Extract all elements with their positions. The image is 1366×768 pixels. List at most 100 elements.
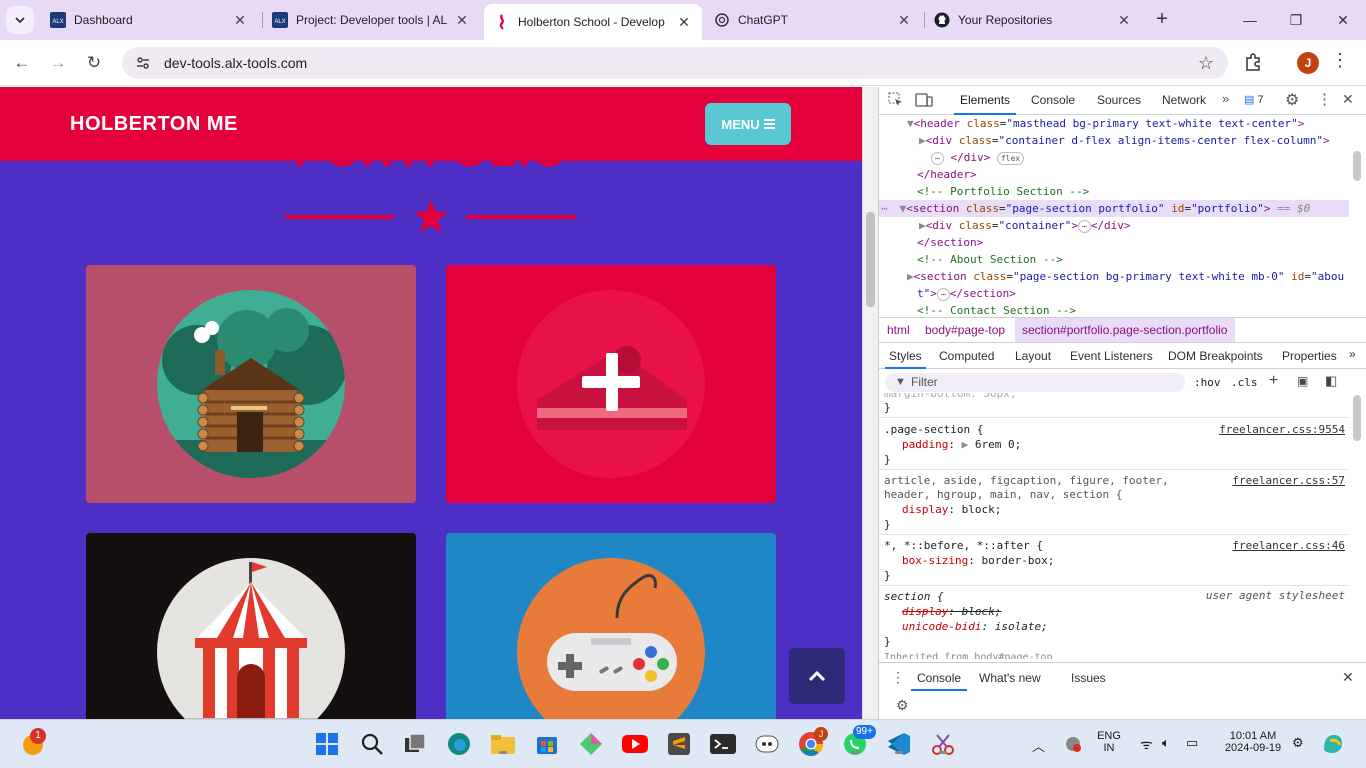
tab-event-listeners[interactable]: Event Listeners	[1070, 349, 1153, 363]
rule-selector[interactable]: .page-section {	[884, 422, 983, 437]
battery-icon[interactable]: ▭	[1186, 735, 1198, 751]
youtube-icon[interactable]	[622, 731, 648, 757]
dom-node-div-container-2[interactable]: ▶<div class="container"> ⋯ </div>	[919, 217, 1131, 234]
tab-project-developer-tools[interactable]: ALX Project: Developer tools | AL ✕	[262, 4, 480, 36]
hov-toggle[interactable]: :hov	[1194, 376, 1221, 389]
rule-declaration[interactable]: box-sizing: border-box;	[902, 553, 1054, 568]
tab-sources[interactable]: Sources	[1097, 93, 1141, 107]
snipping-tool-icon[interactable]	[930, 731, 956, 757]
tab-search-button[interactable]	[6, 6, 34, 34]
new-style-rule-icon[interactable]: +	[1269, 372, 1278, 390]
site-brand[interactable]: HOLBERTON ME	[70, 113, 238, 136]
tab-chatgpt[interactable]: ChatGPT ✕	[704, 4, 922, 36]
dom-node-section-about[interactable]: ▶<section class="page-section bg-primary…	[907, 268, 1344, 285]
computed-styles-icon[interactable]: ▣	[1297, 374, 1308, 388]
close-icon[interactable]: ✕	[1116, 12, 1132, 29]
copilot-icon[interactable]	[1320, 731, 1346, 757]
profile-avatar[interactable]: J	[1297, 52, 1319, 74]
file-explorer-icon[interactable]	[490, 731, 516, 757]
dom-node-section-about-cont[interactable]: t"> ⋯ </section>	[917, 285, 1016, 302]
back-button[interactable]: ←	[9, 50, 35, 76]
rule-declaration[interactable]: display: block;	[902, 502, 1001, 517]
reload-button[interactable]: ↻	[81, 50, 107, 76]
volume-icon[interactable]: 🔈︎	[1162, 735, 1170, 751]
input-language[interactable]: ENG IN	[1092, 730, 1126, 754]
app-diamond-icon[interactable]	[578, 731, 604, 757]
chrome-icon[interactable]: J	[798, 727, 828, 757]
rule-source-link[interactable]: freelancer.css:9554	[1219, 422, 1345, 437]
dom-node-header-close[interactable]: </header>	[917, 166, 977, 183]
close-icon[interactable]: ✕	[896, 12, 912, 29]
close-icon[interactable]: ✕	[1342, 669, 1354, 686]
terminal-icon[interactable]	[710, 731, 736, 757]
ellipsis-badge[interactable]: ⋯	[1077, 219, 1091, 233]
portfolio-item-game[interactable]	[446, 533, 776, 719]
scroll-to-top-button[interactable]	[789, 648, 845, 704]
start-icon[interactable]	[314, 731, 340, 757]
dom-comment[interactable]: <!-- Contact Section -->	[917, 302, 1076, 317]
tab-console[interactable]: Console	[1031, 93, 1075, 107]
flex-badge[interactable]: flex	[996, 151, 1025, 165]
close-icon[interactable]: ✕	[232, 12, 248, 29]
toggle-sidebar-icon[interactable]: ◧	[1325, 373, 1337, 389]
breadcrumb-body[interactable]: body#page-top	[925, 323, 1005, 337]
portfolio-item-circus[interactable]	[86, 533, 416, 719]
microsoft-store-icon[interactable]	[534, 731, 560, 757]
tab-holberton-school[interactable]: Holberton School - Develop ✕	[484, 4, 702, 40]
rule-declaration[interactable]: padding: ▶ 6rem 0;	[902, 437, 1021, 452]
address-bar[interactable]: dev-tools.alx-tools.com ☆	[122, 47, 1228, 79]
ellipsis-badge[interactable]: ⋯	[931, 151, 944, 165]
rule-selector[interactable]: *, *::before, *::after {	[884, 538, 1043, 553]
tab-computed[interactable]: Computed	[939, 349, 994, 363]
gear-icon[interactable]: ⚙	[896, 697, 909, 714]
drawer-tab-console[interactable]: Console	[910, 671, 968, 691]
tab-dashboard[interactable]: ALX Dashboard ✕	[40, 4, 258, 36]
cls-toggle[interactable]: .cls	[1231, 376, 1258, 389]
new-tab-button[interactable]: +	[1150, 8, 1174, 32]
elements-scrollbar[interactable]	[1351, 117, 1363, 315]
task-view-icon[interactable]	[402, 731, 428, 757]
browser-menu-icon[interactable]: ⋮	[1331, 50, 1349, 71]
dom-node-header[interactable]: ▼<header class="masthead bg-primary text…	[907, 115, 1304, 132]
tab-elements[interactable]: Elements	[953, 93, 1017, 115]
dom-node-div-container[interactable]: ▶<div class="container d-flex align-item…	[919, 132, 1330, 149]
rule-selector[interactable]: article, aside, figcaption, figure, foot…	[884, 473, 1169, 488]
bookmark-star-icon[interactable]: ☆	[1198, 53, 1214, 74]
elements-scrollbar-thumb[interactable]	[1353, 151, 1361, 181]
vscode-icon[interactable]	[886, 731, 912, 757]
wifi-icon[interactable]: ᯤ	[1140, 735, 1153, 754]
rule-declaration-overridden[interactable]: display: block;	[902, 604, 1001, 619]
tab-dom-breakpoints[interactable]: DOM Breakpoints	[1168, 349, 1263, 363]
gear-icon[interactable]: ⚙	[1285, 90, 1299, 110]
tab-styles[interactable]: Styles	[885, 349, 926, 369]
page-scrollbar[interactable]	[862, 87, 878, 719]
tray-app-icon[interactable]	[1060, 731, 1086, 757]
menu-button[interactable]: MENU	[705, 103, 791, 145]
drawer-tab-issues[interactable]: Issues	[1071, 671, 1106, 685]
search-icon[interactable]	[359, 731, 385, 757]
rule-selector[interactable]: section {	[884, 589, 944, 604]
weather-widget-icon[interactable]: 1	[20, 728, 46, 757]
inspect-element-icon[interactable]	[888, 92, 904, 108]
page-scrollbar-thumb[interactable]	[866, 212, 875, 307]
dom-node-section-close[interactable]: </section>	[917, 234, 983, 251]
restore-button[interactable]: ❐	[1284, 8, 1308, 32]
tab-properties[interactable]: Properties	[1282, 349, 1337, 363]
forward-button[interactable]: →	[45, 50, 71, 76]
styles-scrollbar-thumb[interactable]	[1353, 395, 1361, 441]
close-icon[interactable]: ✕	[676, 14, 692, 31]
tab-network[interactable]: Network	[1162, 93, 1206, 107]
device-toolbar-icon[interactable]	[915, 92, 933, 108]
dom-node-div-close[interactable]: ⋯ </div> flex	[931, 149, 1025, 166]
close-icon[interactable]: ✕	[454, 12, 470, 29]
drawer-tab-whats-new[interactable]: What's new	[979, 671, 1041, 685]
issues-counter[interactable]: ▤ 7	[1244, 93, 1264, 106]
styles-filter-input[interactable]: ▼ Filter	[885, 373, 1185, 392]
sublime-text-icon[interactable]	[666, 731, 692, 757]
ollama-icon[interactable]	[754, 731, 780, 757]
tab-your-repositories[interactable]: Your Repositories ✕	[924, 4, 1142, 36]
dom-comment[interactable]: <!-- Portfolio Section -->	[917, 183, 1089, 200]
site-settings-icon[interactable]	[134, 54, 152, 72]
minimize-button[interactable]: —	[1238, 8, 1262, 32]
drawer-menu-icon[interactable]: ⋮	[891, 669, 905, 686]
